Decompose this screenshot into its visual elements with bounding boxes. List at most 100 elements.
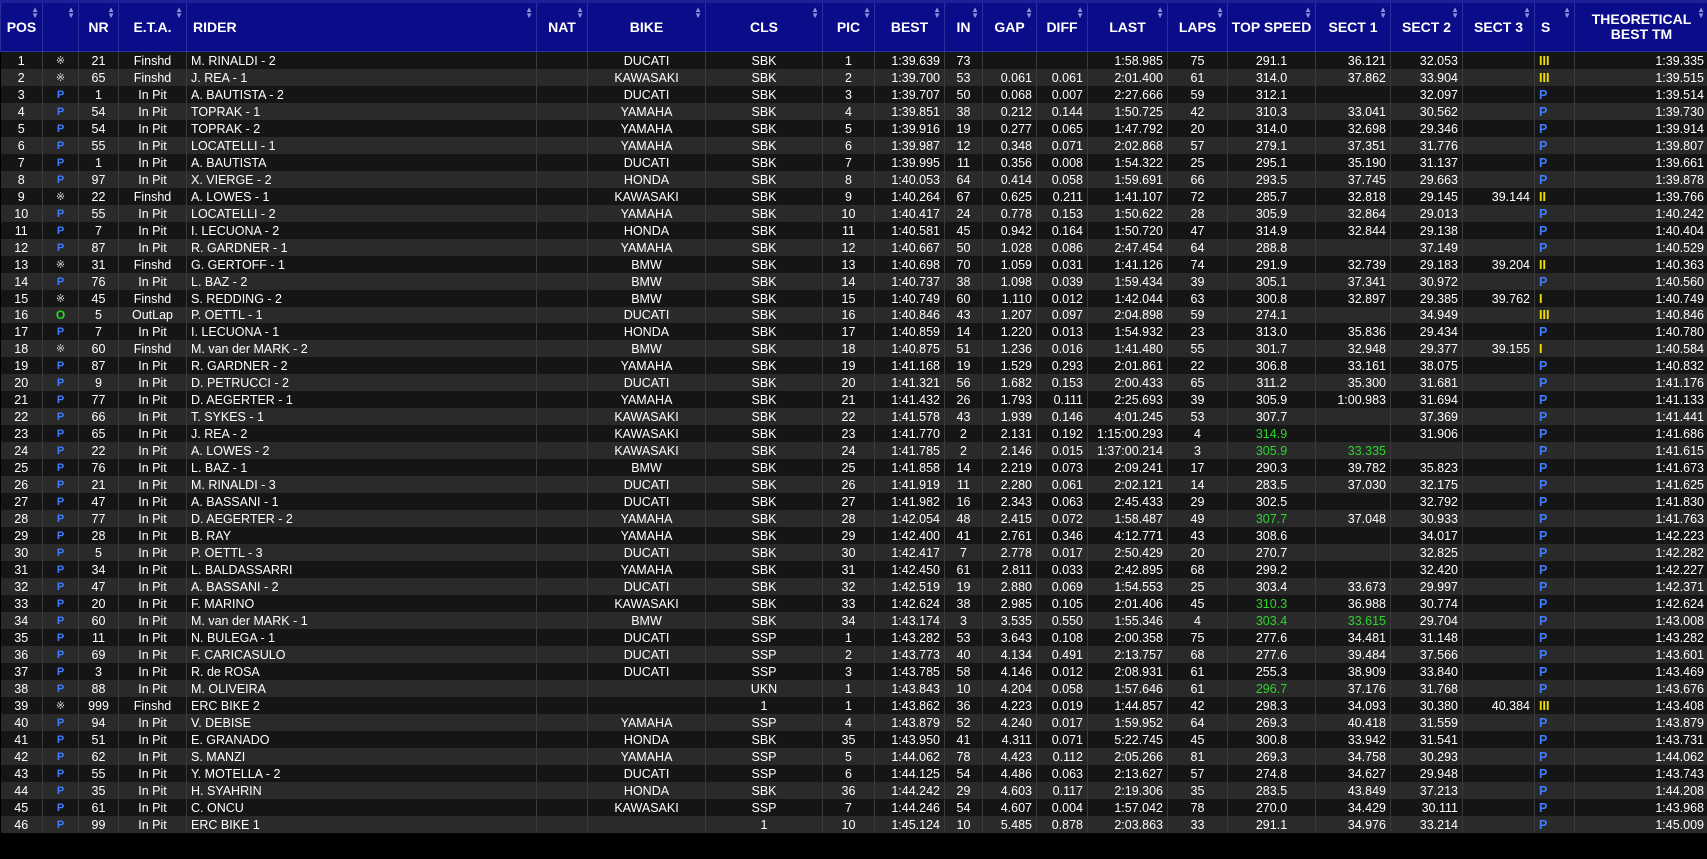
table-row[interactable]: 27 P 47 In Pit A. BASSANI - 1 DUCATI SBK 27 1:41… — [0, 493, 1707, 511]
table-row[interactable]: 46 P 99 In Pit ERC BIKE 1 1 10 1:45.124 10 5.485 0… — [0, 816, 1707, 834]
table-row[interactable]: 37 P 3 In Pit R. de ROSA DUCATI SSP 3 1:43.785 58… — [0, 663, 1707, 681]
sort-arrows-icon[interactable]: ▲ ▼ — [1697, 6, 1705, 20]
table-row[interactable]: 17 P 7 In Pit I. LECUONA - 1 HONDA SBK 17 1:40.8… — [0, 323, 1707, 341]
table-row[interactable]: 5 P 54 In Pit TOPRAK - 2 YAMAHA SBK 5 1:39.916 19… — [0, 120, 1707, 137]
column-header-diff[interactable]: DIFF ▲ ▼ — [1036, 0, 1088, 52]
cell-pos: 39 — [0, 697, 43, 715]
column-header-pic[interactable]: PIC ▲ ▼ — [822, 0, 875, 52]
table-row[interactable]: 20 P 9 In Pit D. PETRUCCI - 2 DUCATI SBK 20 1:41… — [0, 374, 1707, 392]
table-row[interactable]: 18 ※ 60 Finshd M. van der MARK - 2 BMW SBK 18 1:… — [0, 340, 1707, 358]
sort-arrows-icon[interactable]: ▲ ▼ — [1563, 6, 1571, 20]
column-header-st[interactable]: ▲ ▼ — [42, 0, 79, 52]
sort-arrows-icon[interactable]: ▲ ▼ — [811, 6, 819, 20]
cell-nr: 76 — [78, 459, 119, 477]
column-header-theo[interactable]: THEORETICAL BEST TM ▲ ▼ — [1574, 0, 1707, 52]
table-row[interactable]: 21 P 77 In Pit D. AEGERTER - 1 YAMAHA SBK 21 1:4… — [0, 391, 1707, 409]
cell-last: 1:41.480 — [1087, 340, 1168, 358]
table-row[interactable]: 23 P 65 In Pit J. REA - 2 KAWASAKI SBK 23 1:41.7… — [0, 425, 1707, 443]
cell-s3 — [1462, 103, 1535, 120]
table-row[interactable]: 30 P 5 In Pit P. OETTL - 3 DUCATI SBK 30 1:42.41… — [0, 544, 1707, 562]
column-header-bike[interactable]: BIKE ▲ ▼ — [587, 0, 706, 52]
sort-arrows-icon[interactable]: ▲ ▼ — [1156, 6, 1164, 20]
sort-arrows-icon[interactable]: ▲ ▼ — [67, 6, 75, 20]
table-row[interactable]: 15 ※ 45 Finshd S. REDDING - 2 BMW SBK 15 1:40.74… — [0, 290, 1707, 307]
column-header-gap[interactable]: GAP ▲ ▼ — [982, 0, 1037, 52]
table-row[interactable]: 25 P 76 In Pit L. BAZ - 1 BMW SBK 25 1:41.858 14 2… — [0, 459, 1707, 477]
column-header-best[interactable]: BEST ▲ ▼ — [874, 0, 945, 52]
cell-eta: In Pit — [118, 459, 187, 477]
table-row[interactable]: 8 P 97 In Pit X. VIERGE - 2 HONDA SBK 8 1:40.053… — [0, 171, 1707, 188]
sort-arrows-icon[interactable]: ▲ ▼ — [175, 6, 183, 20]
table-row[interactable]: 33 P 20 In Pit F. MARINO KAWASAKI SBK 33 1:42.62… — [0, 595, 1707, 613]
column-header-eta[interactable]: E.T.A. ▲ ▼ — [118, 0, 187, 52]
sort-arrows-icon[interactable]: ▲ ▼ — [863, 6, 871, 20]
column-header-s1[interactable]: SECT 1 ▲ ▼ — [1315, 0, 1391, 52]
table-row[interactable]: 9 ※ 22 Finshd A. LOWES - 1 KAWASAKI SBK 9 1:40.2… — [0, 188, 1707, 205]
sort-arrows-icon[interactable]: ▲ ▼ — [694, 6, 702, 20]
table-row[interactable]: 38 P 88 In Pit M. OLIVEIRA UKN 1 1:43.843 10 4.20… — [0, 680, 1707, 698]
sort-arrows-icon[interactable]: ▲ ▼ — [971, 6, 979, 20]
column-header-laps[interactable]: LAPS ▲ ▼ — [1167, 0, 1228, 52]
sort-arrows-icon[interactable]: ▲ ▼ — [1076, 6, 1084, 20]
table-row[interactable]: 26 P 21 In Pit M. RINALDI - 3 DUCATI SBK 26 1:41… — [0, 476, 1707, 494]
table-row[interactable]: 43 P 55 In Pit Y. MOTELLA - 2 DUCATI SSP 6 1:44.… — [0, 765, 1707, 783]
table-row[interactable]: 6 P 55 In Pit LOCATELLI - 1 YAMAHA SBK 6 1:39.98… — [0, 137, 1707, 154]
column-header-pos[interactable]: POS ▲ ▼ — [0, 0, 43, 52]
table-row[interactable]: 16 O 5 OutLap P. OETTL - 1 DUCATI SBK 16 1:40.84… — [0, 307, 1707, 324]
table-row[interactable]: 12 P 87 In Pit R. GARDNER - 1 YAMAHA SBK 12 1:40… — [0, 239, 1707, 256]
cell-eta: In Pit — [118, 595, 187, 613]
cell-pic: 8 — [822, 171, 875, 188]
sort-arrows-icon[interactable]: ▲ ▼ — [1216, 6, 1224, 20]
column-header-s3[interactable]: SECT 3 ▲ ▼ — [1462, 0, 1535, 52]
sort-arrows-icon[interactable]: ▲ ▼ — [1379, 6, 1387, 20]
column-header-cls[interactable]: CLS ▲ ▼ — [705, 0, 823, 52]
sort-arrows-icon[interactable]: ▲ ▼ — [31, 6, 39, 20]
sort-arrows-icon[interactable]: ▲ ▼ — [525, 6, 533, 20]
table-row[interactable]: 34 P 60 In Pit M. van der MARK - 1 BMW SBK 34 1:… — [0, 612, 1707, 630]
cell-speed: 314.0 — [1227, 69, 1316, 86]
table-row[interactable]: 14 P 76 In Pit L. BAZ - 2 BMW SBK 14 1:40.737 38 1… — [0, 273, 1707, 290]
column-header-nat[interactable]: NAT ▲ ▼ — [536, 0, 588, 52]
column-header-rider[interactable]: RIDER ▲ ▼ — [186, 0, 537, 52]
cell-pos: 31 — [0, 561, 43, 579]
table-row[interactable]: 19 P 87 In Pit R. GARDNER - 2 YAMAHA SBK 19 1:41… — [0, 357, 1707, 375]
table-row[interactable]: 40 P 94 In Pit V. DEBISE YAMAHA SSP 4 1:43.879 52… — [0, 714, 1707, 732]
table-row[interactable]: 36 P 69 In Pit F. CARICASULO DUCATI SSP 2 1:43.7… — [0, 646, 1707, 664]
table-row[interactable]: 28 P 77 In Pit D. AEGERTER - 2 YAMAHA SBK 28 1:4… — [0, 510, 1707, 528]
table-row[interactable]: 7 P 1 In Pit A. BAUTISTA DUCATI SBK 7 1:39.995 11… — [0, 154, 1707, 171]
column-header-in[interactable]: IN ▲ ▼ — [944, 0, 983, 52]
cell-nr: 69 — [78, 646, 119, 664]
table-row[interactable]: 44 P 35 In Pit H. SYAHRIN HONDA SBK 36 1:44.242 2… — [0, 782, 1707, 800]
sort-arrows-icon[interactable]: ▲ ▼ — [933, 6, 941, 20]
table-row[interactable]: 11 P 7 In Pit I. LECUONA - 2 HONDA SBK 11 1:40.5… — [0, 222, 1707, 239]
column-header-s2[interactable]: SECT 2 ▲ ▼ — [1390, 0, 1463, 52]
table-row[interactable]: 42 P 62 In Pit S. MANZI YAMAHA SSP 5 1:44.062 78 4… — [0, 748, 1707, 766]
table-row[interactable]: 1 ※ 21 Finshd M. RINALDI - 2 DUCATI SBK 1 1:39.6… — [0, 51, 1707, 69]
cell-cls: SBK — [705, 391, 823, 409]
table-row[interactable]: 2 ※ 65 Finshd J. REA - 1 KAWASAKI SBK 2 1:39.700… — [0, 69, 1707, 86]
sort-arrows-icon[interactable]: ▲ ▼ — [107, 6, 115, 20]
table-row[interactable]: 39 ※ 999 Finshd ERC BIKE 2 1 1 1:43.862 36 4.223 0… — [0, 697, 1707, 715]
table-row[interactable]: 24 P 22 In Pit A. LOWES - 2 KAWASAKI SBK 24 1:41… — [0, 442, 1707, 460]
cell-gap: 0.212 — [982, 103, 1037, 120]
table-row[interactable]: 22 P 66 In Pit T. SYKES - 1 KAWASAKI SBK 22 1:41… — [0, 408, 1707, 426]
column-header-speed[interactable]: TOP SPEED ▲ ▼ — [1227, 0, 1316, 52]
table-row[interactable]: 29 P 28 In Pit B. RAY YAMAHA SBK 29 1:42.400 41 2.… — [0, 527, 1707, 545]
table-row[interactable]: 4 P 54 In Pit TOPRAK - 1 YAMAHA SBK 4 1:39.851 38… — [0, 103, 1707, 120]
table-row[interactable]: 45 P 61 In Pit C. ONCU KAWASAKI SSP 7 1:44.246 54… — [0, 799, 1707, 817]
column-header-s[interactable]: S ▲ ▼ — [1534, 0, 1575, 52]
sort-arrows-icon[interactable]: ▲ ▼ — [1304, 6, 1312, 20]
table-row[interactable]: 3 P 1 In Pit A. BAUTISTA - 2 DUCATI SBK 3 1:39.7… — [0, 86, 1707, 103]
table-row[interactable]: 31 P 34 In Pit L. BALDASSARRI YAMAHA SBK 31 1:42… — [0, 561, 1707, 579]
column-header-nr[interactable]: NR ▲ ▼ — [78, 0, 119, 52]
table-row[interactable]: 41 P 51 In Pit E. GRANADO HONDA SBK 35 1:43.950 4… — [0, 731, 1707, 749]
column-header-last[interactable]: LAST ▲ ▼ — [1087, 0, 1168, 52]
sort-arrows-icon[interactable]: ▲ ▼ — [1451, 6, 1459, 20]
sort-arrows-icon[interactable]: ▲ ▼ — [1025, 6, 1033, 20]
table-row[interactable]: 35 P 11 In Pit N. BULEGA - 1 DUCATI SSP 1 1:43.2… — [0, 629, 1707, 647]
sort-arrows-icon[interactable]: ▲ ▼ — [576, 6, 584, 20]
sort-arrows-icon[interactable]: ▲ ▼ — [1523, 6, 1531, 20]
table-row[interactable]: 13 ※ 31 Finshd G. GERTOFF - 1 BMW SBK 13 1:40.69… — [0, 256, 1707, 273]
table-row[interactable]: 10 P 55 In Pit LOCATELLI - 2 YAMAHA SBK 10 1:40.… — [0, 205, 1707, 222]
table-row[interactable]: 32 P 47 In Pit A. BASSANI - 2 DUCATI SBK 32 1:42… — [0, 578, 1707, 596]
